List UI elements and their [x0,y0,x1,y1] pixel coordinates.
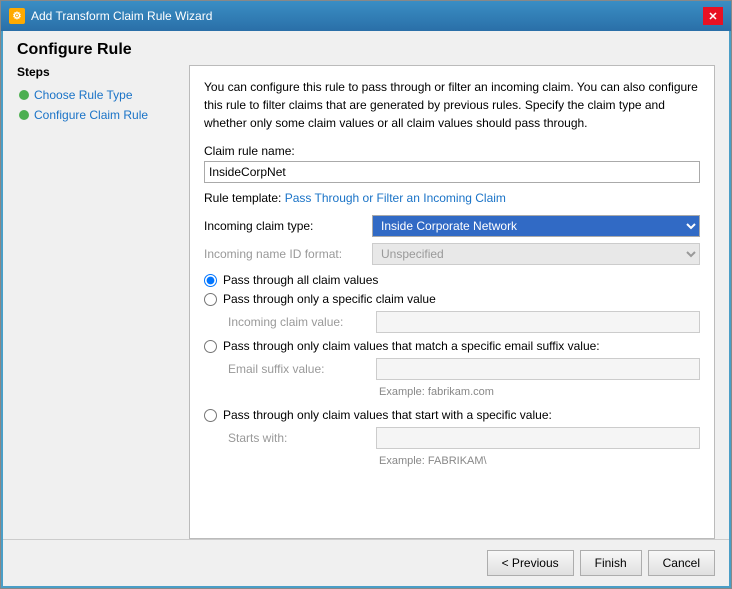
title-bar: ⚙ Add Transform Claim Rule Wizard ✕ [1,1,731,31]
sidebar: Steps Choose Rule Type Configure Claim R… [17,65,177,539]
radio-label-2[interactable]: Pass through only a specific claim value [223,292,436,306]
rule-template-text: Rule template: Pass Through or Filter an… [204,191,700,205]
incoming-name-id-row: Incoming name ID format: Unspecified [204,243,700,265]
main-window: ⚙ Add Transform Claim Rule Wizard ✕ Conf… [0,0,732,589]
rule-template-link[interactable]: Pass Through or Filter an Incoming Claim [285,191,506,205]
description-text: You can configure this rule to pass thro… [204,78,700,132]
starts-with-row: Starts with: [228,427,700,449]
email-example-text: Example: fabrikam.com [379,386,700,398]
incoming-claim-value-input[interactable] [376,311,700,333]
radio-row-1: Pass through all claim values [204,273,700,287]
app-icon: ⚙ [9,8,25,24]
step-indicator-1 [19,90,29,100]
radio-label-1[interactable]: Pass through all claim values [223,273,378,287]
step-indicator-2 [19,110,29,120]
email-suffix-row: Email suffix value: [228,358,700,380]
rule-template-prefix: Rule template: [204,191,285,205]
sidebar-item-configure-claim-rule[interactable]: Configure Claim Rule [17,105,177,125]
close-button[interactable]: ✕ [703,7,723,25]
claim-rule-name-label: Claim rule name: [204,144,700,158]
email-suffix-input[interactable] [376,358,700,380]
radio-label-3[interactable]: Pass through only claim values that matc… [223,339,600,353]
radio-pass-specific[interactable] [204,293,217,306]
incoming-claim-type-label: Incoming claim type: [204,219,364,233]
incoming-claim-value-label: Incoming claim value: [228,315,368,329]
radio-pass-all[interactable] [204,274,217,287]
bottom-bar: < Previous Finish Cancel [3,539,729,586]
starts-with-example-text: Example: FABRIKAM\ [379,455,700,467]
radio-pass-email-suffix[interactable] [204,340,217,353]
incoming-name-id-label: Incoming name ID format: [204,247,364,261]
starts-with-label: Starts with: [228,431,368,445]
incoming-claim-type-row: Incoming claim type: Inside Corporate Ne… [204,215,700,237]
radio-label-4[interactable]: Pass through only claim values that star… [223,408,552,422]
starts-with-input[interactable] [376,427,700,449]
incoming-name-id-select[interactable]: Unspecified [372,243,700,265]
email-suffix-label: Email suffix value: [228,362,368,376]
sidebar-item-label-1: Choose Rule Type [34,88,133,102]
sidebar-item-choose-rule-type[interactable]: Choose Rule Type [17,85,177,105]
main-area: Steps Choose Rule Type Configure Claim R… [3,65,729,539]
radio-row-4: Pass through only claim values that star… [204,408,700,422]
window-title: Add Transform Claim Rule Wizard [31,9,212,23]
previous-button[interactable]: < Previous [487,550,574,576]
content-panel: You can configure this rule to pass thro… [189,65,715,539]
page-title: Configure Rule [3,31,729,65]
finish-button[interactable]: Finish [580,550,642,576]
radio-row-3: Pass through only claim values that matc… [204,339,700,353]
incoming-claim-type-select[interactable]: Inside Corporate Network [372,215,700,237]
steps-label: Steps [17,65,177,79]
title-bar-left: ⚙ Add Transform Claim Rule Wizard [9,8,212,24]
cancel-button[interactable]: Cancel [648,550,715,576]
window-content: Configure Rule Steps Choose Rule Type Co… [1,31,731,588]
claim-rule-name-input[interactable] [204,161,700,183]
incoming-claim-value-row: Incoming claim value: [228,311,700,333]
sidebar-item-label-2: Configure Claim Rule [34,108,148,122]
radio-pass-starts-with[interactable] [204,409,217,422]
radio-row-2: Pass through only a specific claim value [204,292,700,306]
